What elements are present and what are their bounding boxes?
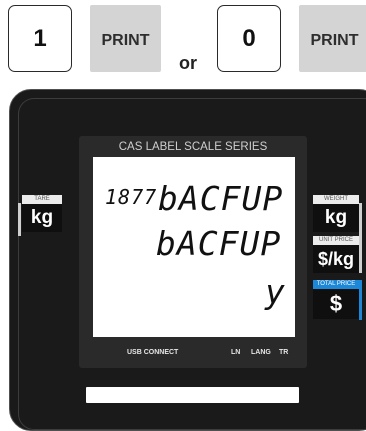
print-button[interactable]: PRINT	[90, 5, 161, 72]
total-price-unit: $	[313, 289, 359, 319]
unit-price-tab: UNIT PRICE	[313, 236, 359, 245]
total-price-tab: TOTAL PRICE	[313, 280, 359, 289]
lang-indicator: LANG	[251, 349, 271, 356]
weight-unit: kg	[313, 204, 359, 232]
usb-connect-indicator: USB CONNECT	[127, 349, 179, 356]
tare-tab: TARE	[22, 195, 62, 204]
lcd-line-2: bACFUP	[156, 224, 282, 263]
weight-rail	[359, 203, 362, 273]
print-button-2[interactable]: PRINT	[299, 5, 366, 72]
total-price-rail	[359, 280, 362, 320]
tare-rail	[18, 203, 21, 236]
unit-price-unit: $/kg	[313, 245, 359, 273]
key-1-button[interactable]: 1	[8, 5, 72, 72]
ln-indicator: LN	[231, 349, 241, 356]
lcd-screen: 1877 bACFUP bACFUP y	[93, 157, 295, 337]
or-label: or	[179, 53, 197, 73]
key-0-button[interactable]: 0	[217, 5, 281, 72]
display-window: CAS LABEL SCALE SERIES 1877 bACFUP bACFU…	[79, 136, 307, 368]
label-slot	[86, 387, 299, 403]
tare-unit: kg	[22, 204, 62, 232]
lcd-code: 1877	[105, 185, 158, 209]
tr-indicator: TR	[279, 349, 289, 356]
weight-tab: WEIGHT	[313, 195, 359, 204]
lcd-line-1: bACFUP	[158, 179, 284, 218]
display-title: CAS LABEL SCALE SERIES	[118, 141, 268, 153]
lcd-line-3: y	[265, 272, 286, 311]
